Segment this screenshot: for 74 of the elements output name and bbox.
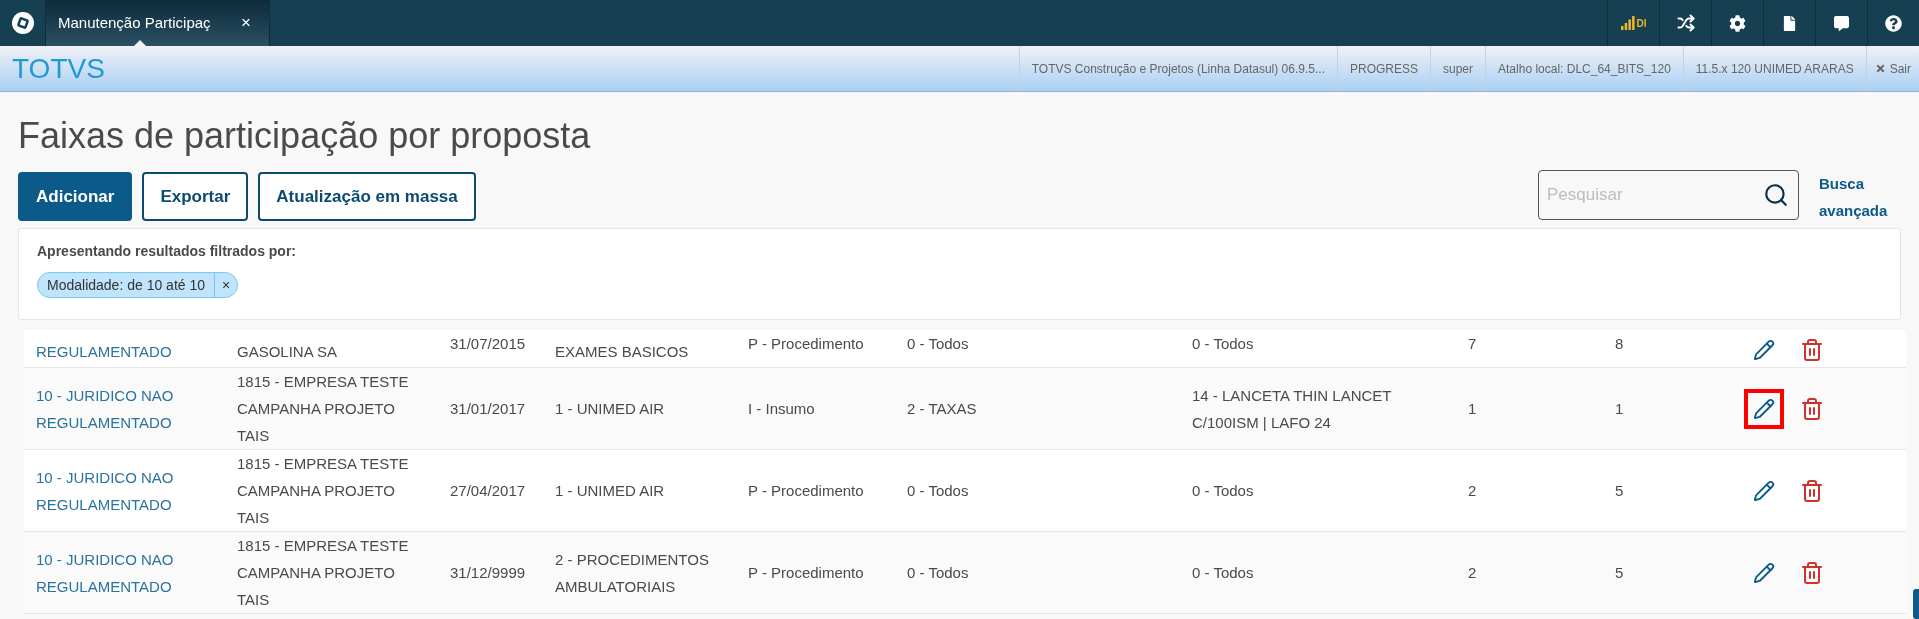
close-button[interactable]: ×	[241, 10, 251, 36]
table-cell-text: 7	[1468, 334, 1477, 354]
header-info: TOTVS Construção e Projetos (Linha Datasul) 06.9.5...	[1018, 46, 1337, 91]
action-button[interactable]: Adicionar	[18, 172, 133, 221]
tab-title: Manutenção Participaç	[58, 12, 211, 33]
modality-link[interactable]: 10 - JURIDICO NAO REGULAMENTADO	[36, 545, 217, 600]
table-cell-text: 31/01/2017	[450, 399, 526, 419]
table-cell-text: 27/04/2017	[450, 481, 526, 501]
document-icon	[1782, 15, 1797, 31]
action-button[interactable]: Exportar	[142, 172, 249, 221]
table-cell-text: 31/07/2015	[450, 334, 526, 354]
table-cell-text: 2	[1468, 481, 1477, 501]
pencil-icon	[1753, 479, 1775, 502]
table-cell-text: P - Procedimento	[748, 481, 864, 501]
trash-icon	[1800, 478, 1824, 503]
settings-icon	[1729, 14, 1746, 32]
table-cell-text: 5	[1615, 563, 1624, 583]
remove-filter-button[interactable]: ×	[214, 273, 238, 297]
header-info: Atalho local: DLC_64_BITS_120	[1485, 46, 1683, 91]
table-cell-text: 0 - Todos	[907, 563, 969, 583]
filter-tag-label: Modalidade: de 10 até 10	[46, 275, 206, 295]
tab-pointer-icon	[134, 40, 146, 46]
action-button[interactable]: Atualização em massa	[258, 172, 476, 221]
help-icon	[1885, 14, 1902, 32]
pencil-icon	[1753, 397, 1775, 420]
edit-button[interactable]	[1744, 388, 1784, 429]
search-field[interactable]: Pesquisar	[1538, 170, 1799, 220]
table-cell-text: 1 - UNIMED AIR	[555, 481, 665, 501]
search-icon	[1763, 182, 1789, 208]
app-tab[interactable]: Manutenção Participaç ×	[45, 0, 270, 46]
pencil-icon	[1753, 561, 1775, 584]
modality-link[interactable]: 10 - JURIDICO NAO REGULAMENTADO	[36, 381, 217, 436]
table-cell-text: I - Insumo	[748, 399, 815, 419]
close-icon	[1874, 63, 1886, 74]
pencil-icon	[1753, 339, 1775, 361]
table-cell-text: 1815 - EMPRESA TESTE CAMPANHA PROJETO TAIS	[237, 372, 410, 446]
table-cell-text: 1815 - EMPRESA TESTE CAMPANHA PROJETO TAIS	[237, 454, 410, 528]
header-info: PROGRESS	[1337, 46, 1430, 91]
table-cell-text: 1	[1615, 399, 1624, 419]
table-cell-text: 2 - TAXAS	[907, 399, 977, 419]
brand-name: TOTVS	[12, 51, 105, 86]
table-cell-text: 1 - UNIMED AIR	[555, 399, 665, 419]
table-cell-text: 14 - LANCETA THIN LANCET C/100ISM | LAFO 24	[1192, 385, 1393, 433]
shuffle-icon	[1676, 14, 1695, 32]
table-cell-text: 0 - Todos	[907, 334, 969, 354]
table-cell-text: 8	[1615, 334, 1624, 354]
table-cell-text: 0 - Todos	[907, 481, 969, 501]
chat-icon	[1834, 15, 1849, 31]
modality-link[interactable]: REGULAMENTADO	[36, 338, 172, 365]
table-cell-text: 0 - Todos	[1192, 481, 1254, 501]
modality-link[interactable]: 10 - JURIDICO NAO REGULAMENTADO	[36, 463, 217, 518]
table-cell-text: 31/12/9999	[450, 563, 526, 583]
logout-button[interactable]: Sair	[1865, 46, 1919, 91]
trash-icon	[1800, 338, 1824, 362]
table-cell-text: 5	[1615, 481, 1624, 501]
scrollbar-handle[interactable]	[1913, 589, 1919, 619]
table-cell-text: P - Procedimento	[748, 334, 864, 354]
table-cell-text: 1815 - EMPRESA TESTE CAMPANHA PROJETO TAIS	[237, 536, 410, 610]
header-info: 11.5.x 120 UNIMED ARARAS	[1682, 46, 1866, 91]
signal-icon	[1620, 16, 1635, 30]
table-cell-text: 2 - PROCEDIMENTOS AMBULATORIAIS	[555, 549, 710, 597]
trash-icon	[1800, 396, 1824, 421]
trash-icon	[1800, 560, 1824, 585]
table-cell-text: 2	[1468, 563, 1477, 583]
table-cell-text: 1	[1468, 399, 1477, 419]
table-cell-text: 0 - Todos	[1192, 563, 1254, 583]
table-cell-text: EXAMES BASICOS	[555, 342, 689, 362]
filter-caption: Apresentando resultados filtrados por:	[37, 242, 298, 261]
advanced-search-link[interactable]: Busca avançada	[1819, 170, 1899, 224]
page-title: Faixas de participação por proposta	[18, 114, 592, 158]
header-info: super	[1430, 46, 1486, 91]
table-cell-text: P - Procedimento	[748, 563, 864, 583]
table-cell-text: 0 - Todos	[1192, 334, 1254, 354]
table-cell-text: GASOLINA SA	[237, 342, 338, 362]
